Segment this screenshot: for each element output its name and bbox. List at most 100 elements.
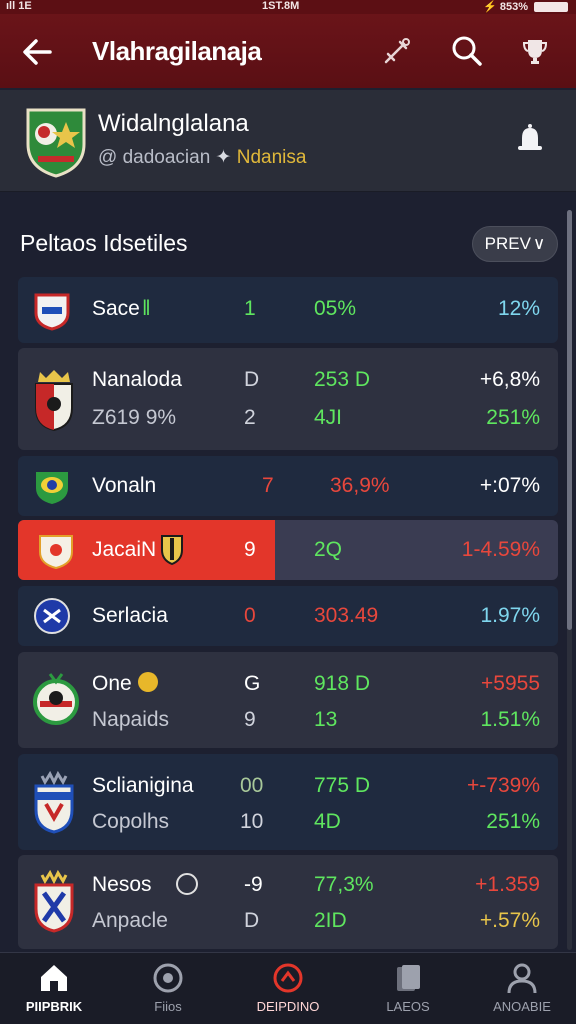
team-name: Sclianigina [92,774,194,797]
change-value-secondary: 1.51% [480,708,540,731]
back-arrow-icon[interactable] [20,34,56,70]
coin-icon [138,672,158,692]
section-title: Peltaos Idsetiles [20,230,188,256]
change-value-secondary: 251% [486,810,540,833]
profile-tag: Ndanisa [236,147,307,168]
percent-value-secondary: 4D [314,810,341,833]
change-value: 12% [497,297,540,320]
table-row[interactable]: Nanaloda Z619 9% D 2 253 D 4JI +6,8% 251… [18,348,558,450]
percent-value-secondary: 2ID [314,909,347,932]
change-value: +-739% [467,774,540,797]
change-value-secondary: 251% [486,406,540,429]
percent-value: 775 D [314,774,371,797]
tab-center[interactable]: DEIPDINO [238,961,338,1021]
rank-value-secondary: 9 [244,708,256,731]
rank-value-secondary: 10 [240,810,264,833]
table-row[interactable]: Serlacia 0 303.49 1.97% [18,586,558,646]
percent-value: 77,3% [314,873,374,896]
profile-handle: @ dadoacian [98,147,211,168]
ball-icon [153,963,183,993]
percent-value: 253 D [314,368,371,391]
profile-subline: @ dadoacian ✦ Ndanisa [98,146,306,169]
table-row[interactable]: Nesos Anpacle -9 D 77,3% 2ID +1.359 +.57… [18,855,558,949]
rank-value-secondary: 2 [244,406,256,429]
status-right: ⚡ 853% [483,0,568,13]
percent-value-secondary: 4JI [314,406,343,429]
rank-value: 1 [244,297,256,320]
rank-value: D [244,368,260,391]
tab-label: ANOABIE [493,999,551,1014]
tab-label: LAEOS [386,999,430,1014]
target-icon [273,963,303,993]
battery-icon [534,1,568,12]
percent-value: 2Q [314,538,343,561]
rank-value: 7 [262,474,274,497]
percent-value: 36,9% [330,474,390,497]
team-name: Nanaloda [92,368,182,391]
home-icon [41,965,67,991]
whistle-icon[interactable] [380,34,414,68]
table-row[interactable]: Sace ‖ 1 05% 12% [18,277,558,343]
tab-matches[interactable]: Fiios [118,961,218,1021]
page-title: Vlahragilanaja [92,36,262,66]
table-row[interactable]: Vonaln 7 36,9% +:07% [18,456,558,516]
profile-card[interactable]: Widalnglalana @ dadoacian ✦ Ndanisa [0,90,576,192]
team-subline: Copolhs [92,810,170,833]
status-time: 1ST.8M [262,0,300,12]
team-name: Vonaln [92,474,157,497]
table-row[interactable]: One Napaids G 9 918 D 13 +5955 1.51% [18,652,558,748]
rank-value: 9 [244,538,256,561]
prev-button-label: PREV [484,234,531,253]
club-crest-icon [26,108,86,178]
rank-value-secondary: D [244,909,260,932]
scroll-thumb[interactable] [567,210,572,630]
chevron-down-icon: ∨ [532,234,546,253]
battery-percent: ⚡ 853% [483,1,528,13]
cards-icon [397,965,420,991]
bottom-tab-bar: PIIPBRIK Fiios DEIPDINO LAEOS ANOABIE [0,952,576,1024]
team-crest-icon-highlight [39,535,73,570]
percent-value: 05% [314,297,357,320]
team-crest-icon [33,673,79,725]
status-bar: ıll 1E 1ST.8M ⚡ 853% [0,0,576,14]
tab-home[interactable]: PIIPBRIK [4,961,104,1021]
prev-button[interactable]: PREV ∨ [472,226,558,262]
change-value-secondary: +.57% [479,909,540,932]
percent-value: 918 D [314,672,371,695]
percent-value-secondary: 13 [314,708,338,731]
table-row[interactable]: Sclianigina Copolhs 00 10 775 D 4D +-739… [18,754,558,850]
rank-value: -9 [244,873,263,896]
team-crest-icon [35,370,73,432]
rank-value: 00 [240,774,264,797]
profile-name: Widalnglalana [98,110,249,137]
change-value: +:07% [479,474,540,497]
team-subline: Napaids [92,708,170,731]
team-name: Sace [92,297,140,320]
tag-icon: ✦ [215,147,232,168]
tab-label: Fiios [154,999,182,1014]
team-crest-icon [34,598,70,634]
rank-value: G [244,672,261,695]
user-icon [507,963,537,994]
bell-icon[interactable] [512,122,548,158]
search-icon[interactable] [450,34,484,68]
percent-value: 303.49 [314,604,379,627]
app-bar: Vlahragilanaja [0,14,576,88]
team-name: One [92,672,132,695]
trophy-icon[interactable] [518,34,552,68]
tab-cards[interactable]: LAEOS [358,961,458,1021]
team-crest-icon [36,472,68,504]
change-value: +6,8% [479,368,540,391]
change-value: +5955 [481,672,540,695]
team-crest-icon [34,869,74,933]
team-crest-icon [34,293,70,331]
team-name: JacaiN [92,538,157,561]
form-icon: ‖ [142,297,151,320]
tab-label: PIIPBRIK [25,999,83,1014]
tab-label: DEIPDINO [256,999,320,1014]
team-name: Nesos [92,873,152,896]
tab-profile[interactable]: ANOABIE [472,961,572,1021]
team-subline: Z619 9% [92,406,177,429]
scrollbar[interactable] [567,210,572,950]
team-name: Serlacia [92,604,168,627]
